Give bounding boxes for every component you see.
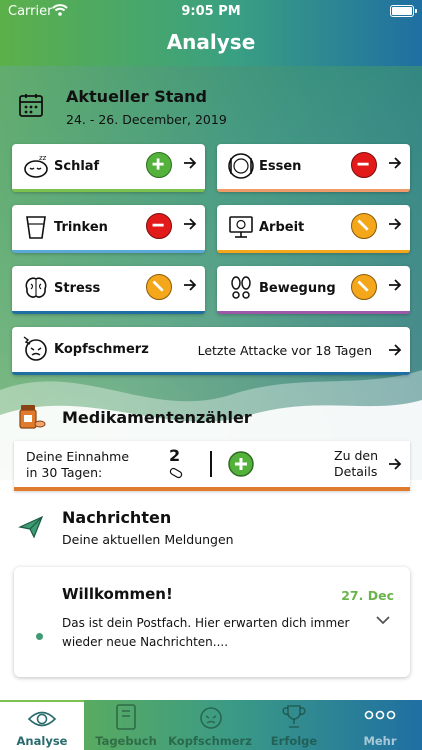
tab-label: Mehr xyxy=(363,734,397,748)
tab-bar: Analyse Tagebuch Kopfschmerz Erfolge Meh… xyxy=(0,700,422,750)
arrow-right-icon xyxy=(184,279,197,291)
medication-card[interactable]: Deine Einnahme in 30 Tagen: 2 Zu den Det… xyxy=(14,441,410,491)
current-status-title: Aktueller Stand xyxy=(66,87,208,106)
tab-analyse[interactable]: Analyse xyxy=(0,700,84,750)
tile-label: Stress xyxy=(54,281,101,296)
arrow-right-icon xyxy=(389,344,402,356)
status-bad-icon xyxy=(351,152,377,178)
tile-label: Trinken xyxy=(54,220,108,235)
brain-icon xyxy=(25,277,47,298)
intake-label: Deine Einnahme in 30 Tagen: xyxy=(26,449,130,480)
current-date-range: 24. - 26. December, 2019 xyxy=(66,112,227,127)
work-icon xyxy=(229,216,253,238)
headache-face-icon xyxy=(23,336,47,361)
messages-title: Nachrichten xyxy=(62,508,172,527)
messages-header: Nachrichten Deine aktuellen Meldungen xyxy=(62,508,234,547)
paper-plane-icon xyxy=(18,515,44,539)
arrow-right-icon xyxy=(184,218,197,230)
status-bar: Carrier 9:05 PM xyxy=(0,0,422,24)
divider xyxy=(210,451,212,477)
tab-kopfschmerz[interactable]: Kopfschmerz xyxy=(168,700,252,750)
food-icon xyxy=(228,153,254,179)
status-good-icon xyxy=(146,152,172,178)
pill-icon xyxy=(169,467,183,479)
tile-label: Essen xyxy=(259,159,302,174)
tile-label: Bewegung xyxy=(259,281,336,296)
status-neutral-icon xyxy=(351,213,377,239)
tile-underline xyxy=(217,250,410,253)
tab-label: Erfolge xyxy=(270,734,318,748)
tab-mehr[interactable]: Mehr xyxy=(338,700,422,750)
chevron-down-icon[interactable] xyxy=(376,615,390,625)
more-icon xyxy=(364,710,396,720)
medication-icon xyxy=(19,405,46,429)
tile-bewegung[interactable]: Bewegung xyxy=(217,266,410,314)
tile-essen[interactable]: Essen xyxy=(217,144,410,192)
status-bad-icon xyxy=(146,213,172,239)
tile-underline xyxy=(12,311,205,314)
tile-label: Arbeit xyxy=(259,220,305,235)
message-card[interactable]: Willkommen! 27. Dec Das ist dein Postfac… xyxy=(14,567,410,677)
headache-card[interactable]: Kopfschmerz Letzte Attacke vor 18 Tagen xyxy=(12,327,410,375)
tile-underline xyxy=(217,311,410,314)
footprints-icon xyxy=(231,276,251,299)
drink-icon xyxy=(26,216,46,239)
medication-underline xyxy=(14,487,410,491)
status-neutral-icon xyxy=(351,274,377,300)
tile-underline xyxy=(217,189,410,192)
tile-underline xyxy=(12,250,205,253)
eye-icon xyxy=(27,711,57,727)
arrow-right-icon xyxy=(389,458,402,470)
message-date: 27. Dec xyxy=(341,588,394,603)
message-body: Das ist dein Postfach. Hier erwarten dic… xyxy=(62,616,350,649)
calendar-icon xyxy=(19,94,43,117)
diary-icon xyxy=(116,704,136,730)
last-attack-text: Letzte Attacke vor 18 Tagen xyxy=(197,343,372,358)
tile-trinken[interactable]: Trinken xyxy=(12,205,205,253)
tab-label: Analyse xyxy=(16,734,68,748)
add-intake-button[interactable] xyxy=(228,451,254,477)
tab-label: Kopfschmerz xyxy=(168,734,252,748)
trophy-icon xyxy=(282,705,306,728)
tile-label: Schlaf xyxy=(54,159,100,174)
headache-label: Kopfschmerz xyxy=(54,342,149,357)
status-neutral-icon xyxy=(146,274,172,300)
page-title: Analyse xyxy=(166,30,256,54)
arrow-right-icon xyxy=(389,218,402,230)
tab-label: Tagebuch xyxy=(95,734,157,748)
tile-underline xyxy=(12,189,205,192)
headache-face-icon xyxy=(200,707,222,729)
messages-subtitle: Deine aktuellen Meldungen xyxy=(62,532,234,547)
current-status-header: Aktueller Stand 24. - 26. December, 2019 xyxy=(66,87,227,127)
details-link[interactable]: Zu den Details xyxy=(334,448,378,480)
tile-schlaf[interactable]: zz Schlaf xyxy=(12,144,205,192)
battery-icon xyxy=(390,5,417,17)
svg-text:zz: zz xyxy=(39,154,47,162)
arrow-right-icon xyxy=(389,157,402,169)
arrow-right-icon xyxy=(184,157,197,169)
unread-dot xyxy=(36,633,43,640)
tile-arbeit[interactable]: Arbeit xyxy=(217,205,410,253)
arrow-right-icon xyxy=(389,279,402,291)
message-title: Willkommen! xyxy=(62,585,173,603)
intake-count: 2 xyxy=(169,446,181,465)
tab-erfolge[interactable]: Erfolge xyxy=(252,700,336,750)
medication-title: Medikamentenzähler xyxy=(62,408,252,427)
tile-underline xyxy=(12,372,410,375)
sleep-icon: zz xyxy=(24,154,48,178)
tab-tagebuch[interactable]: Tagebuch xyxy=(84,700,168,750)
tile-stress[interactable]: Stress xyxy=(12,266,205,314)
clock: 9:05 PM xyxy=(181,4,241,19)
